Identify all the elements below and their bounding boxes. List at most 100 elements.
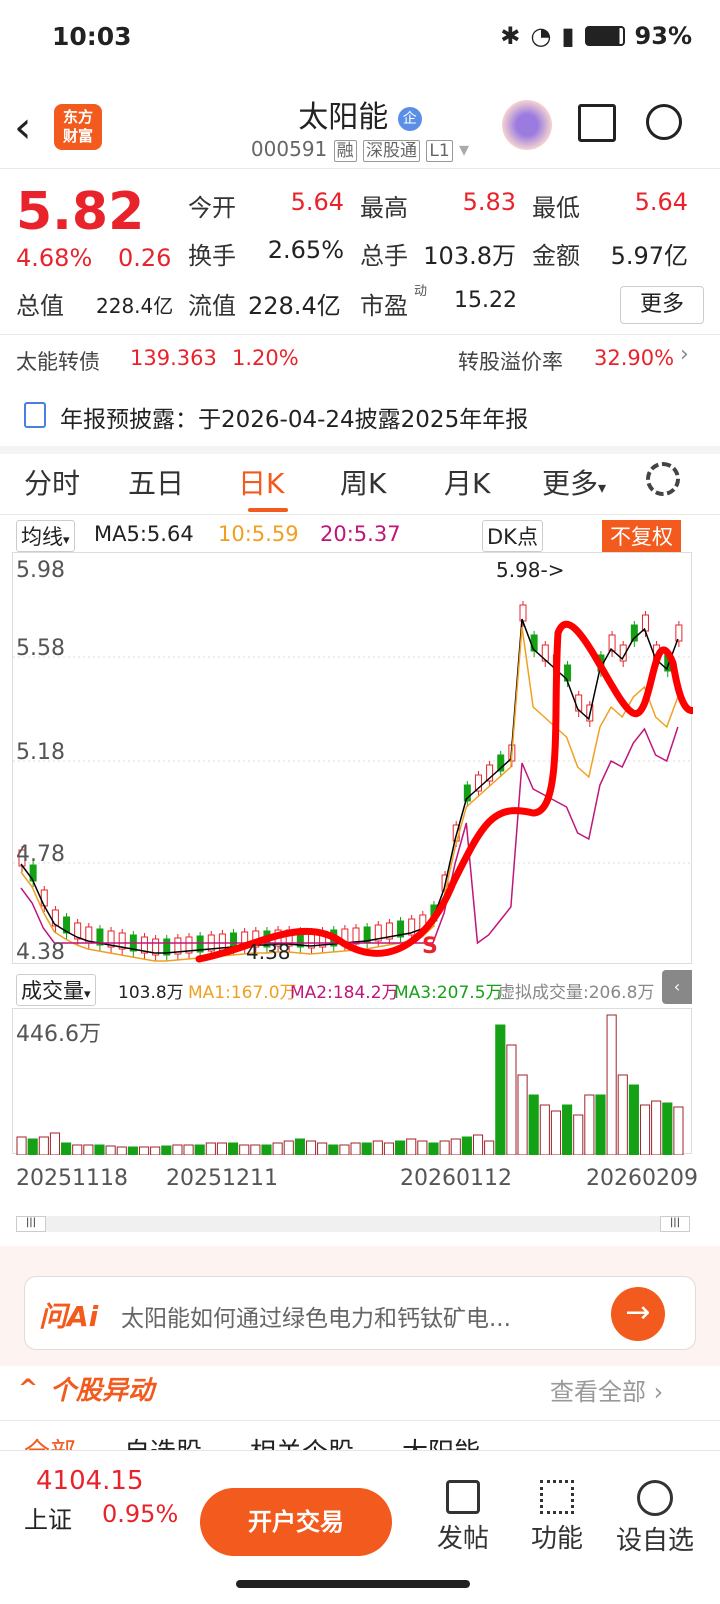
- post-button[interactable]: 发帖: [418, 1476, 508, 1555]
- volume-bar: [61, 1142, 72, 1155]
- ma10-value: 10:5.59: [218, 522, 299, 546]
- volume-bar: [183, 1144, 194, 1155]
- volume-bar: [49, 1132, 61, 1155]
- turnover-rate: 2.65%: [267, 236, 344, 264]
- volume-bar: [439, 1140, 450, 1155]
- search-icon[interactable]: [646, 104, 682, 140]
- ai-ask-box[interactable]: 问Ai 太阳能如何通过绿色电力和钙钛矿电... →: [24, 1276, 696, 1350]
- volume-bar: [662, 1102, 673, 1155]
- ma10-line: [20, 626, 679, 962]
- volume-bar: [428, 1142, 439, 1155]
- volume-max-label: 446.6万: [16, 1022, 101, 1047]
- tab-more[interactable]: 更多▾: [542, 462, 606, 502]
- volume-bar: [239, 1144, 250, 1155]
- volume-bar: [305, 1140, 317, 1155]
- volume-bar: [94, 1144, 105, 1155]
- volume-bar: [317, 1142, 328, 1155]
- home-indicator: [236, 1580, 470, 1588]
- volume-bar: [628, 1084, 639, 1155]
- volume-bar: [550, 1110, 562, 1155]
- date-label: 20260112: [400, 1166, 512, 1191]
- bluetooth-icon: ✱: [500, 22, 521, 50]
- volume-bar: [506, 1044, 517, 1155]
- battery-icon: [584, 26, 625, 46]
- min-price-note: 4.38: [246, 940, 291, 964]
- volume-bar: [539, 1104, 550, 1155]
- index-value[interactable]: 4104.15: [36, 1466, 144, 1496]
- add-watch-button[interactable]: 设自选: [610, 1476, 700, 1557]
- ai-robot-icon[interactable]: [502, 100, 552, 150]
- tab-weekly-k[interactable]: 周K: [340, 462, 386, 502]
- volume-bar: [606, 1014, 617, 1155]
- settings-gear-icon[interactable]: [646, 462, 680, 496]
- volume-bar: [617, 1074, 628, 1155]
- volume-bar: [528, 1094, 539, 1155]
- tab-five-day[interactable]: 五日: [128, 462, 184, 502]
- open-account-button[interactable]: 开户交易: [200, 1488, 392, 1556]
- function-button[interactable]: 功能: [512, 1476, 602, 1555]
- volume-bar: [484, 1140, 495, 1155]
- ma-selector[interactable]: 均线▾: [16, 520, 75, 552]
- volume-bar: [673, 1106, 684, 1155]
- view-all-link[interactable]: 查看全部 ›: [550, 1372, 663, 1407]
- volume-bar: [138, 1146, 150, 1155]
- subtab-related[interactable]: 相关个股: [250, 1432, 354, 1450]
- collapse-panel-button[interactable]: ‹: [662, 970, 692, 1004]
- subtab-watchlist[interactable]: 自选股: [124, 1432, 202, 1450]
- signal-icon: ▮: [561, 22, 575, 50]
- volume-bar: [272, 1142, 283, 1155]
- tab-daily-k[interactable]: 日K: [238, 462, 284, 502]
- volume-bar: [250, 1144, 261, 1155]
- chart-range-scrollbar[interactable]: ||| |||: [16, 1216, 690, 1232]
- subtab-stock[interactable]: 太阳能: [402, 1432, 480, 1450]
- volume-chart[interactable]: [12, 1008, 692, 1155]
- open-price: 5.64: [290, 188, 344, 216]
- volume-bar: [517, 1074, 528, 1155]
- bond-row[interactable]: 太能转债 139.363 1.20% 转股溢价率 32.90% ›: [0, 336, 720, 382]
- volume-bar: [72, 1144, 83, 1155]
- dk-point-button[interactable]: DK点: [482, 520, 543, 552]
- volume-bar: [283, 1140, 294, 1155]
- share-icon[interactable]: [578, 104, 616, 142]
- movement-title: 个股异动: [50, 1376, 155, 1406]
- high-price: 5.83: [462, 188, 516, 216]
- volume-bar: [461, 1136, 472, 1155]
- date-label: 20251211: [166, 1166, 278, 1191]
- range-handle-left[interactable]: |||: [16, 1216, 46, 1232]
- volume-bar: [472, 1134, 484, 1155]
- range-handle-right[interactable]: |||: [660, 1216, 690, 1232]
- ma20-line: [20, 726, 679, 945]
- current-price: 5.82: [16, 182, 145, 242]
- candle-body: [641, 614, 649, 632]
- volume-bar: [395, 1140, 406, 1155]
- candle-body: [575, 694, 583, 712]
- volume-bar: [27, 1138, 38, 1155]
- volume-bar: [83, 1144, 94, 1155]
- volume-bar: [328, 1144, 339, 1155]
- price-label-5.98: 5.98: [16, 558, 65, 583]
- notice-row[interactable]: 年报预披露：于2026-04-24披露2025年年报: [0, 392, 720, 438]
- volume-selector[interactable]: 成交量▾: [16, 974, 96, 1006]
- more-quote-button[interactable]: 更多: [620, 286, 704, 324]
- change-amount: 0.26: [118, 244, 172, 272]
- candle-body: [519, 604, 527, 622]
- ma20-value: 20:5.37: [320, 522, 401, 546]
- volume-bar: [651, 1100, 662, 1155]
- trade-amount: 5.97亿: [610, 242, 688, 270]
- kline-chart[interactable]: [12, 552, 693, 964]
- volume-bar: [38, 1136, 49, 1155]
- status-icons: ✱ ◔ ▮ 93%: [500, 22, 692, 50]
- float-cap: 228.4亿: [248, 292, 341, 320]
- adjust-button[interactable]: 不复权: [602, 520, 681, 552]
- chevron-up-icon: ^: [18, 1374, 39, 1402]
- kline-svg: [13, 601, 693, 963]
- tab-intraday[interactable]: 分时: [24, 462, 80, 502]
- arrow-right-icon[interactable]: →: [611, 1287, 665, 1341]
- price-label-4.38: 4.38: [16, 940, 65, 965]
- subtab-all[interactable]: 全部: [24, 1432, 76, 1450]
- candle-body: [608, 634, 616, 652]
- tab-monthly-k[interactable]: 月K: [444, 462, 490, 502]
- volume-svg: [16, 1014, 684, 1155]
- battery-percent: 93%: [634, 22, 692, 50]
- price-label-5.58: 5.58: [16, 636, 65, 661]
